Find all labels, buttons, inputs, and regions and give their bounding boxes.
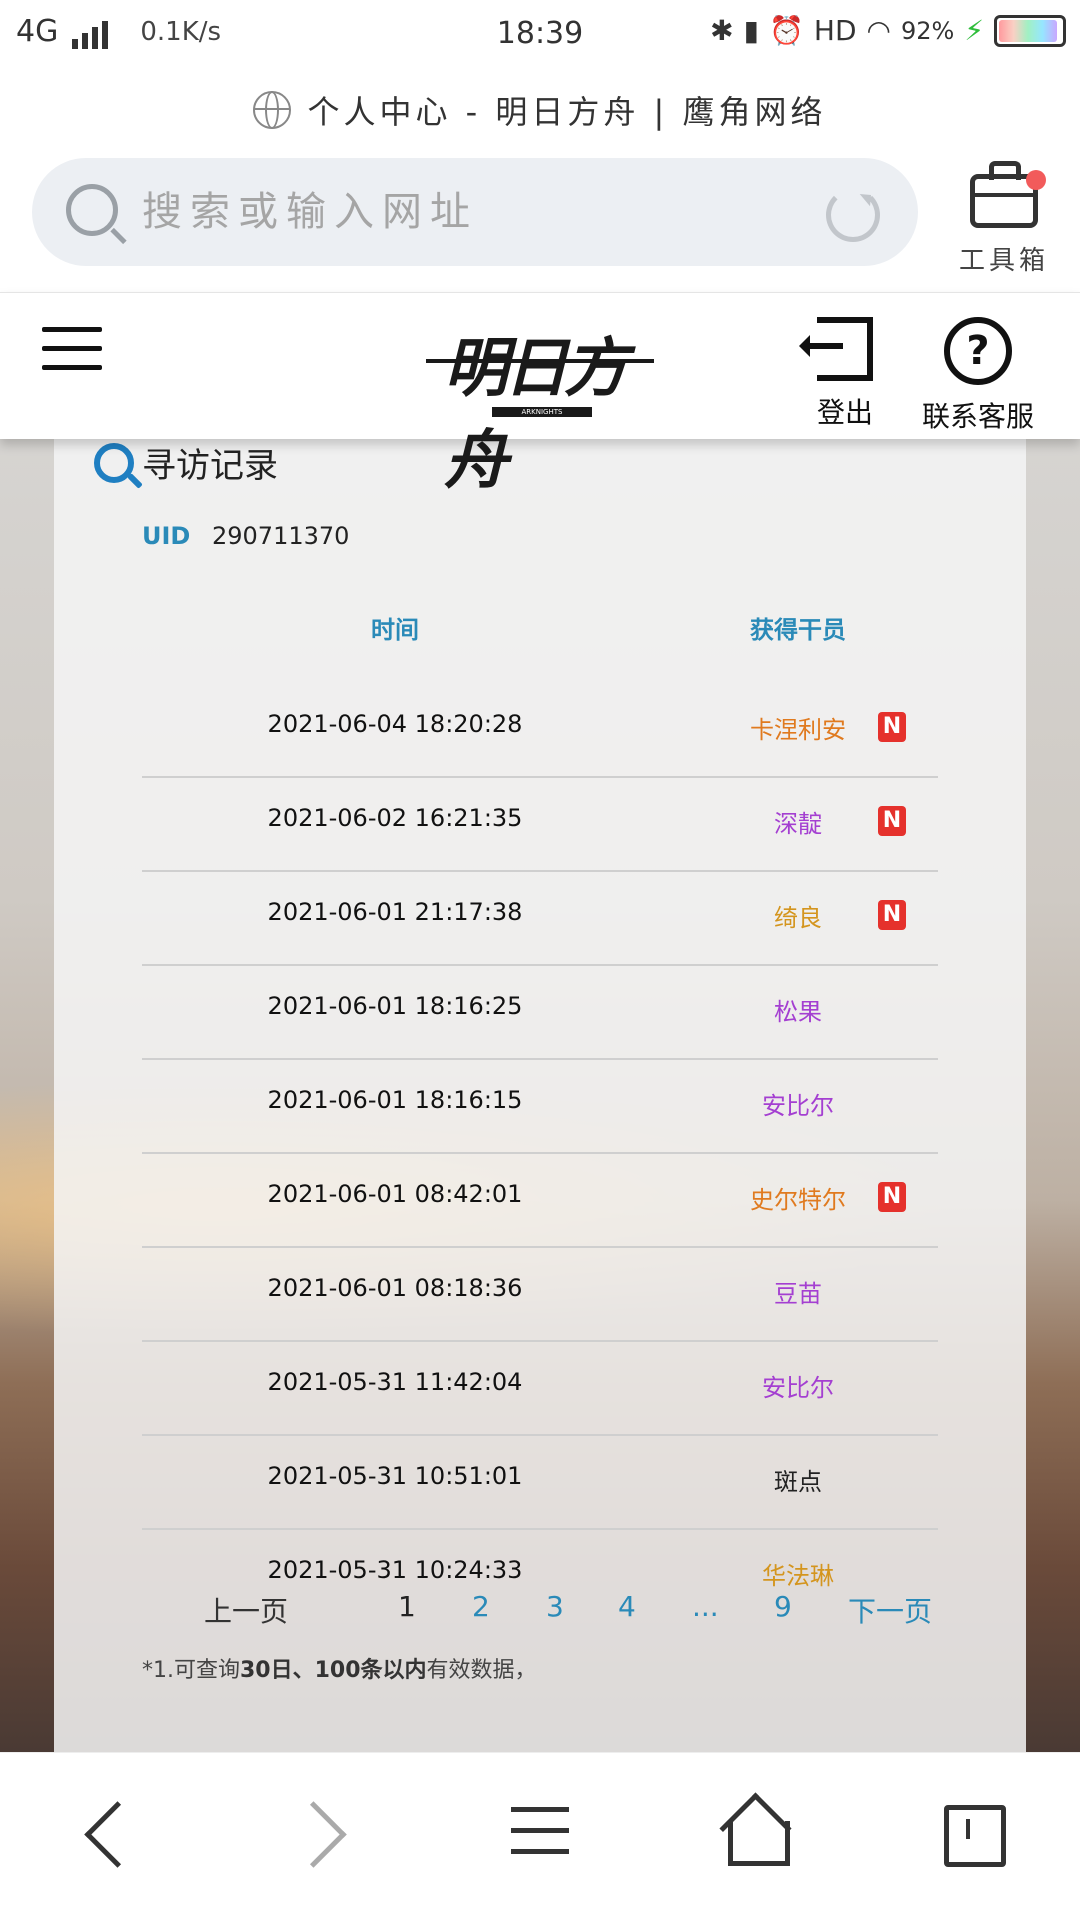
- support-button[interactable]: ? 联系客服: [916, 317, 1040, 435]
- back-icon[interactable]: [66, 1797, 146, 1877]
- table-row: 2021-06-01 18:16:15 安比尔: [142, 1060, 938, 1154]
- new-badge: N: [878, 900, 906, 930]
- note-suffix: 有效数据，: [426, 1658, 537, 1683]
- battery-icon: [994, 14, 1066, 47]
- section-title: 寻访记录: [94, 438, 278, 487]
- vibrate-icon: ▮: [743, 14, 760, 47]
- magnifier-icon: [94, 442, 134, 483]
- new-badge: N: [878, 712, 906, 742]
- table-row: 2021-06-01 08:42:01 史尔特尔 N: [142, 1154, 938, 1248]
- toolbox-button[interactable]: 工具箱: [956, 158, 1052, 276]
- wifi-icon: ◠: [866, 14, 891, 47]
- uid-label: UID: [142, 522, 191, 550]
- next-page-button[interactable]: 下一页: [848, 1590, 932, 1630]
- table-row: 2021-06-01 18:16:25 松果: [142, 966, 938, 1060]
- row-time: 2021-05-31 10:24:33: [267, 1556, 523, 1584]
- table-row: 2021-05-31 11:42:04 安比尔: [142, 1342, 938, 1436]
- logout-button[interactable]: 登出: [799, 317, 882, 431]
- page-3[interactable]: 3: [546, 1590, 564, 1623]
- page-1[interactable]: 1: [398, 1590, 416, 1623]
- table-row: 2021-05-31 10:51:01 斑点: [142, 1436, 938, 1530]
- home-icon[interactable]: [718, 1797, 798, 1877]
- row-time: 2021-06-02 16:21:35: [267, 804, 523, 832]
- logout-label: 登出: [816, 396, 873, 429]
- uid-value: 290711370: [211, 522, 350, 550]
- row-operator: 松果: [774, 998, 822, 1026]
- table-header: 时间 获得干员: [142, 610, 938, 650]
- logout-icon: [799, 317, 873, 381]
- row-operator: 斑点: [774, 1468, 822, 1496]
- prev-page-button[interactable]: 上一页: [204, 1590, 288, 1630]
- refresh-icon[interactable]: [826, 188, 880, 242]
- table-row: 2021-06-04 18:20:28 卡涅利安 N: [142, 684, 938, 778]
- battery-percent: 92%: [900, 16, 955, 45]
- alarm-icon: ⏰: [769, 14, 804, 47]
- query-note: *1.可查询30日、100条以内有效数据，: [142, 1652, 537, 1684]
- section-title-text: 寻访记录: [142, 446, 278, 486]
- table-row: 2021-06-01 08:18:36 豆苗: [142, 1248, 938, 1342]
- page-4[interactable]: 4: [618, 1590, 636, 1623]
- record-table: 2021-06-04 18:20:28 卡涅利安 N 2021-06-02 16:21…: [142, 684, 938, 1622]
- forward-icon[interactable]: [286, 1797, 366, 1877]
- menu-icon[interactable]: [42, 327, 102, 371]
- site-logo[interactable]: 明日方舟 ARKNIGHTS: [420, 313, 660, 498]
- row-time: 2021-06-04 18:20:28: [267, 710, 523, 738]
- row-time: 2021-06-01 08:18:36: [267, 1274, 523, 1302]
- support-label: 联系客服: [921, 400, 1034, 433]
- menu-lines-icon[interactable]: [500, 1797, 580, 1877]
- note-prefix: *1.可查询: [142, 1658, 240, 1683]
- globe-icon: [253, 91, 292, 129]
- new-badge: N: [878, 1182, 906, 1212]
- logo-subtitle: ARKNIGHTS: [492, 407, 592, 417]
- row-operator: 安比尔: [762, 1374, 834, 1402]
- charging-icon: ⚡: [964, 14, 984, 47]
- address-bar-row: 工具箱: [0, 148, 1080, 292]
- tabs-icon[interactable]: [940, 1797, 1020, 1877]
- search-icon: [66, 184, 118, 236]
- new-badge: N: [878, 806, 906, 836]
- table-row: 2021-06-01 21:17:38 绮良 N: [142, 872, 938, 966]
- browser-title-bar: 个人中心 - 明日方舟 | 鹰角网络: [0, 72, 1080, 148]
- column-header-operator: 获得干员: [750, 616, 846, 644]
- row-operator: 豆苗: [774, 1280, 822, 1308]
- row-operator: 安比尔: [762, 1092, 834, 1120]
- bluetooth-icon: ✱: [710, 14, 734, 47]
- row-time: 2021-05-31 11:42:04: [267, 1368, 523, 1396]
- row-time: 2021-06-01 08:42:01: [267, 1180, 523, 1208]
- column-header-time: 时间: [371, 616, 419, 644]
- site-header: 明日方舟 ARKNIGHTS 登出 ? 联系客服: [0, 292, 1080, 498]
- status-bar: 4G 0.1K/s 18:39 ✱ ▮ ⏰ HD ◠ 92% ⚡: [0, 0, 1080, 72]
- row-time: 2021-06-01 18:16:15: [267, 1086, 523, 1114]
- help-icon: ?: [944, 317, 1012, 385]
- uid-row: UID 290711370: [142, 522, 349, 550]
- address-input[interactable]: [140, 176, 844, 248]
- page-title: 个人中心 - 明日方舟 | 鹰角网络: [307, 93, 827, 131]
- hd-indicator: HD: [813, 14, 857, 47]
- table-row: 2021-06-02 16:21:35 深靛 N: [142, 778, 938, 872]
- row-time: 2021-06-01 18:16:25: [267, 992, 523, 1020]
- row-operator: 华法琳: [762, 1562, 834, 1590]
- row-time: 2021-06-01 21:17:38: [267, 898, 523, 926]
- notification-dot: [1026, 170, 1046, 190]
- record-card: 寻访记录 UID 290711370 时间 获得干员 2021-06-04 18…: [54, 438, 1026, 1752]
- browser-nav-bar: [0, 1752, 1080, 1921]
- toolbox-label: 工具箱: [958, 246, 1049, 276]
- address-bar[interactable]: [32, 158, 918, 266]
- page-2[interactable]: 2: [472, 1590, 490, 1623]
- page-9[interactable]: 9: [774, 1590, 792, 1623]
- note-bold: 30日、100条以内: [240, 1658, 427, 1683]
- pagination: 上一页 1 2 3 4 ... 9 下一页: [140, 1590, 940, 1630]
- row-time: 2021-05-31 10:51:01: [267, 1462, 523, 1490]
- page-ellipsis: ...: [692, 1590, 719, 1623]
